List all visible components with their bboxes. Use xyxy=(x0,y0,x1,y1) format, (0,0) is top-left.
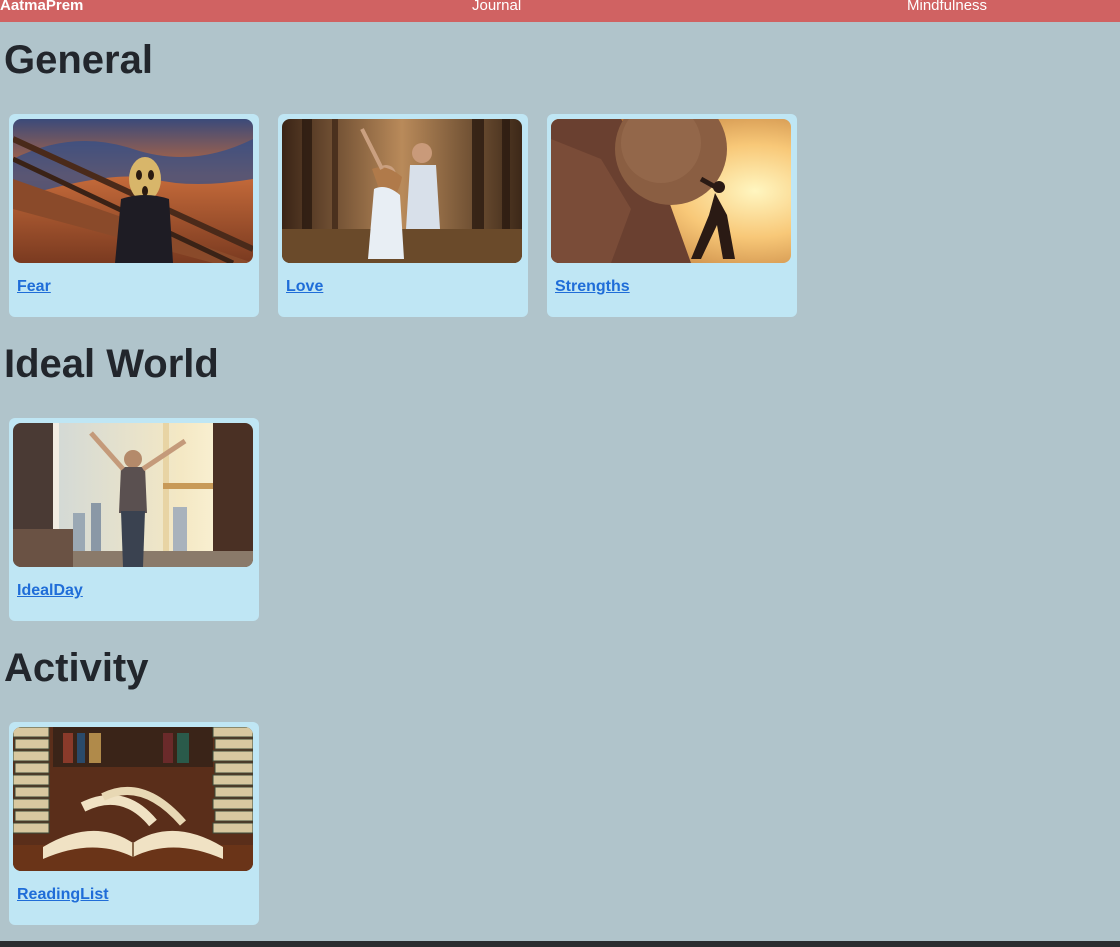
nav-journal[interactable]: Journal xyxy=(472,0,521,14)
brand-logo[interactable]: AatmaPrem xyxy=(0,0,83,14)
section-title-general: General xyxy=(4,38,153,82)
bottom-edge-bar xyxy=(0,941,1120,947)
section-title-activity: Activity xyxy=(4,646,149,690)
card-readinglist[interactable]: ReadingList xyxy=(9,722,259,925)
card-strengths-link[interactable]: Strengths xyxy=(555,278,630,296)
card-love[interactable]: Love xyxy=(278,114,528,317)
card-idealday-link[interactable]: IdealDay xyxy=(17,582,83,600)
card-idealday-image xyxy=(13,423,253,567)
card-love-image xyxy=(282,119,522,263)
card-readinglist-link[interactable]: ReadingList xyxy=(17,886,109,904)
section-title-ideal-world: Ideal World xyxy=(4,342,219,386)
nav-mindfulness[interactable]: Mindfulness xyxy=(907,0,987,14)
card-strengths[interactable]: Strengths xyxy=(547,114,797,317)
card-readinglist-image xyxy=(13,727,253,871)
card-idealday[interactable]: IdealDay xyxy=(9,418,259,621)
card-fear-image xyxy=(13,119,253,263)
card-strengths-image xyxy=(551,119,791,263)
top-navbar: AatmaPrem Journal Mindfulness xyxy=(0,0,1120,22)
card-fear[interactable]: Fear xyxy=(9,114,259,317)
card-love-link[interactable]: Love xyxy=(286,278,323,296)
card-fear-link[interactable]: Fear xyxy=(17,278,51,296)
